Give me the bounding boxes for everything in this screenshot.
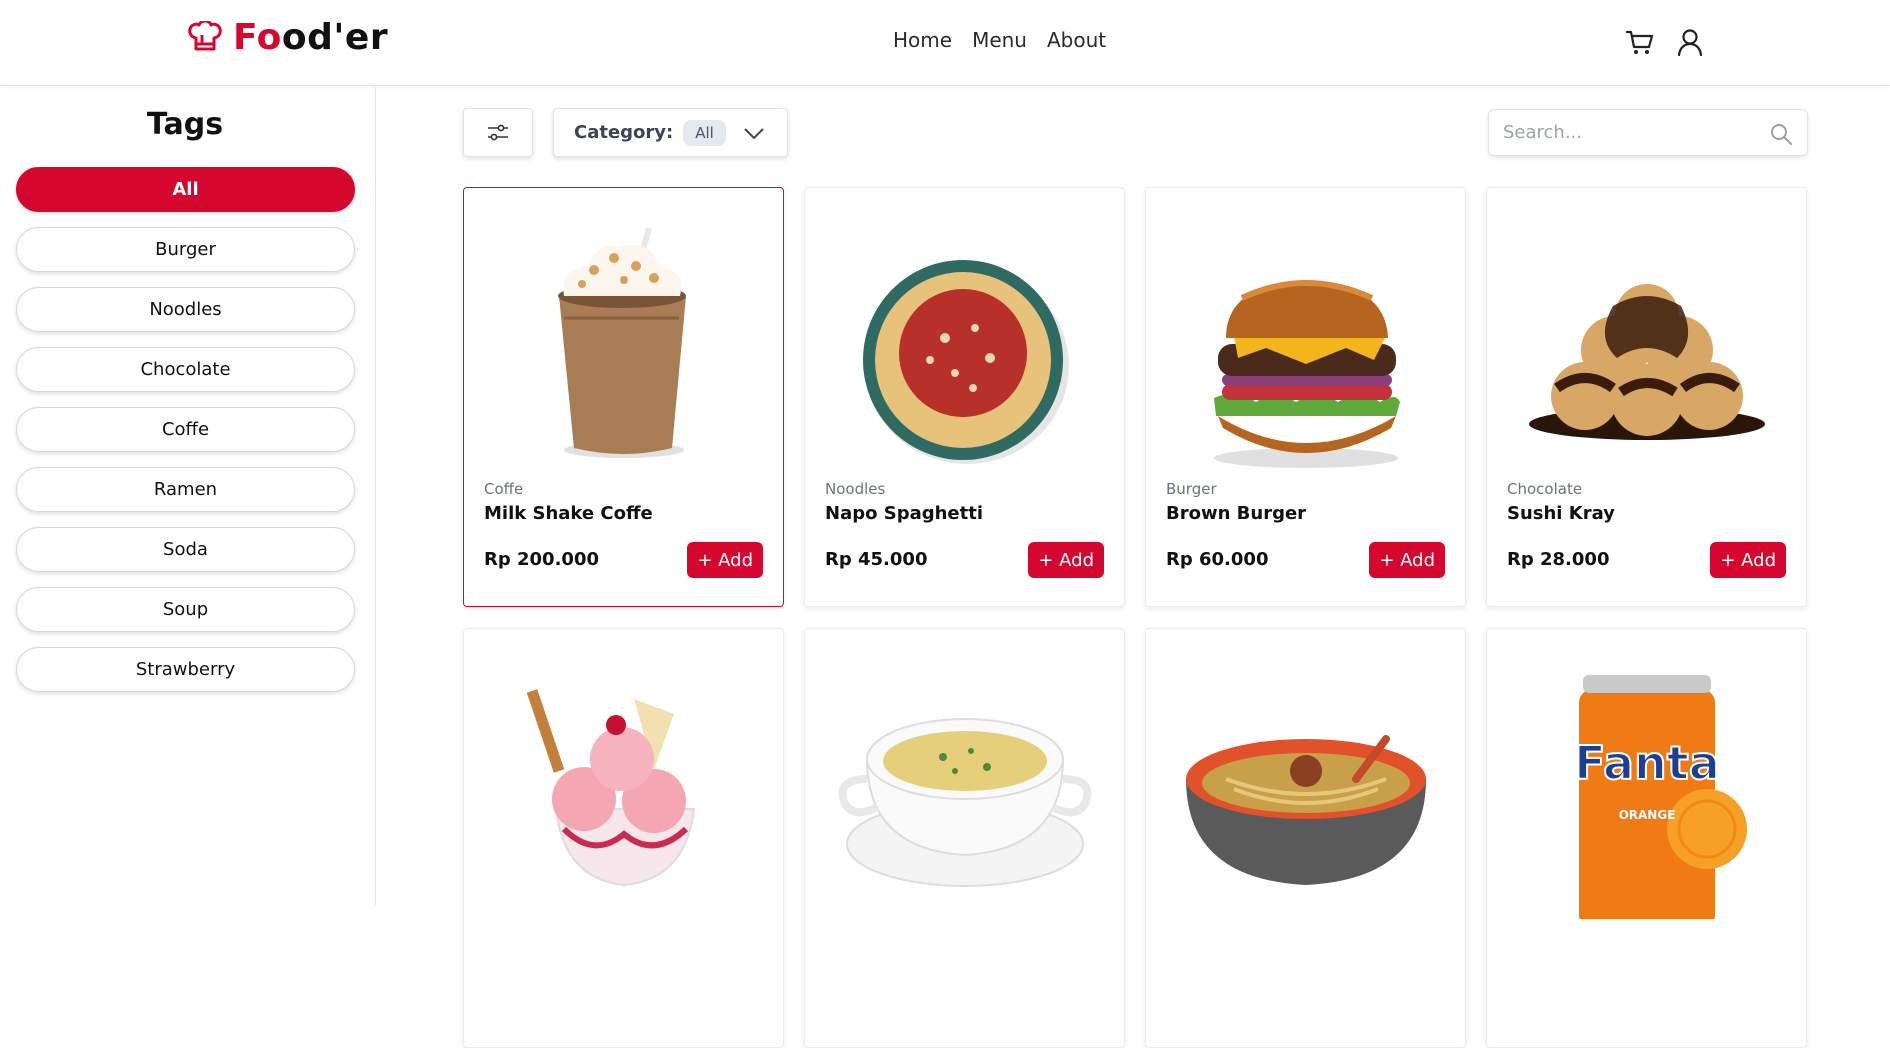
category-value: All	[683, 119, 726, 146]
tag-chocolate[interactable]: Chocolate	[16, 347, 355, 392]
top-header: Food'er Home Menu About	[0, 0, 1890, 86]
add-to-cart-button[interactable]: + Add	[1369, 542, 1445, 578]
product-card[interactable]: Burger Brown Burger Rp 60.000 + Add	[1145, 187, 1466, 607]
can-flavor-text: ORANGE	[1619, 808, 1676, 822]
product-price: Rp 60.000	[1166, 549, 1269, 570]
fanta-can-image: Fanta ORANGE	[1573, 675, 1747, 919]
category-label: Category:	[574, 122, 674, 143]
product-card[interactable]	[804, 628, 1125, 1048]
nav-about[interactable]: About	[1047, 28, 1106, 52]
chevron-down-icon	[744, 128, 764, 140]
tag-strawberry[interactable]: Strawberry	[16, 647, 355, 692]
soup-bowl-image	[838, 718, 1092, 887]
logo-text-dark: od'er	[281, 17, 389, 58]
nav-menu[interactable]: Menu	[972, 28, 1027, 52]
logo[interactable]: Food'er	[187, 20, 388, 56]
chef-hat-icon	[188, 21, 222, 51]
tag-coffe[interactable]: Coffe	[16, 407, 355, 452]
logo-text: Food'er	[233, 20, 388, 56]
product-card[interactable]	[1145, 628, 1466, 1048]
tag-all[interactable]: All	[16, 167, 355, 212]
tag-ramen[interactable]: Ramen	[16, 467, 355, 512]
product-category: Coffe	[484, 480, 524, 498]
product-price: Rp 200.000	[484, 549, 599, 570]
tag-soda[interactable]: Soda	[16, 527, 355, 572]
milkshake-image	[558, 227, 686, 458]
main-nav: Home Menu About	[893, 28, 1106, 52]
product-card[interactable]: Noodles Napo Spaghetti Rp 45.000 + Add	[804, 187, 1125, 607]
can-brand-text: Fanta	[1574, 736, 1720, 790]
add-to-cart-button[interactable]: + Add	[687, 542, 763, 578]
ramen-bowl-image	[1186, 735, 1426, 885]
tags-sidebar: Tags All Burger Noodles Chocolate Coffe …	[0, 87, 376, 905]
spaghetti-image	[863, 260, 1069, 464]
tag-noodles[interactable]: Noodles	[16, 287, 355, 332]
tags-title: Tags	[146, 107, 224, 142]
logo-text-red: Fo	[233, 17, 282, 58]
product-price: Rp 28.000	[1507, 549, 1610, 570]
add-to-cart-button[interactable]: + Add	[1028, 542, 1104, 578]
product-card[interactable]	[463, 628, 784, 1048]
product-card[interactable]: Fanta ORANGE	[1486, 628, 1807, 1048]
tag-soup[interactable]: Soup	[16, 587, 355, 632]
product-category: Burger	[1166, 480, 1217, 498]
tag-burger[interactable]: Burger	[16, 227, 355, 272]
product-card[interactable]: Chocolate Sushi Kray Rp 28.000 + Add	[1486, 187, 1807, 607]
product-name: Milk Shake Coffe	[484, 503, 653, 524]
product-price: Rp 45.000	[825, 549, 928, 570]
filter-button[interactable]	[463, 108, 533, 157]
search-input[interactable]	[1503, 110, 1763, 155]
chocolate-puffs-image	[1529, 284, 1765, 440]
sliders-icon	[488, 124, 508, 140]
burger-image	[1214, 280, 1400, 468]
add-to-cart-button[interactable]: + Add	[1710, 542, 1786, 578]
search-icon[interactable]	[1769, 122, 1793, 146]
product-name: Napo Spaghetti	[825, 503, 984, 524]
product-category: Chocolate	[1507, 480, 1583, 498]
nav-home[interactable]: Home	[893, 28, 952, 52]
ice-cream-sundae-image	[526, 689, 696, 887]
product-name: Brown Burger	[1166, 503, 1307, 524]
product-category: Noodles	[825, 480, 886, 498]
cart-icon[interactable]	[1624, 26, 1656, 58]
user-icon[interactable]	[1674, 26, 1706, 58]
category-dropdown[interactable]: Category: All	[553, 108, 788, 157]
product-name: Sushi Kray	[1507, 503, 1615, 524]
search-box	[1488, 109, 1808, 156]
product-card[interactable]: Coffe Milk Shake Coffe Rp 200.000 + Add	[463, 187, 784, 607]
